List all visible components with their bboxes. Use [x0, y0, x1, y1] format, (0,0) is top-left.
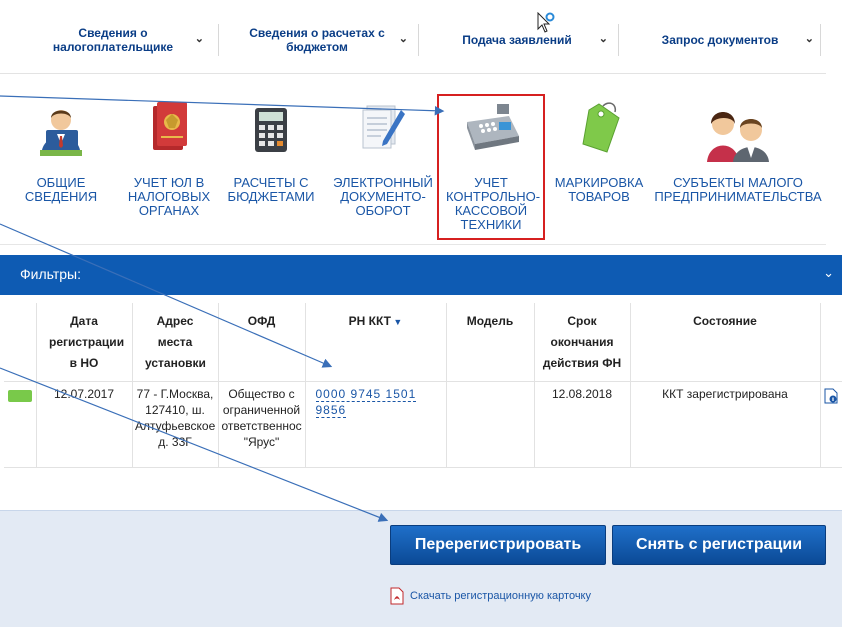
chevron-down-icon[interactable]: ⌄ — [823, 265, 834, 281]
tile-budget-settlements[interactable]: РАСЧЕТЫ С БЮДЖЕТАМИ — [216, 96, 326, 236]
documents-pen-icon — [362, 105, 405, 149]
calculator-icon — [255, 108, 287, 152]
chevron-down-icon: ⌄ — [194, 33, 204, 45]
tile-goods-marking[interactable]: МАРКИРОВКА ТОВАРОВ — [544, 96, 654, 236]
mouse-cursor-icon — [537, 12, 555, 33]
header-rn-kkt[interactable]: РН ККТ ▼ — [304, 303, 446, 381]
tile-budget-settlements-label: РАСЧЕТЫ С БЮДЖЕТАМИ — [227, 175, 315, 204]
fn-expiry-cell: 12.08.2018 — [533, 381, 630, 467]
document-info-icon[interactable] — [824, 388, 838, 404]
service-tiles: ОБЩИЕ СВЕДЕНИЯ УЧЕТ ЮЛ В НАЛОГОВЫХ ОРГАН… — [0, 96, 826, 244]
chevron-down-icon: ⌄ — [598, 33, 608, 45]
tiles-divider — [0, 244, 826, 245]
address-cell: 77 - Г.Москва, 127410, ш. Алтуфьевское д… — [131, 381, 218, 467]
header-ofd-label: ОФД — [247, 314, 276, 328]
header-ofd[interactable]: ОФД — [217, 303, 305, 381]
chevron-down-icon: ⌄ — [804, 33, 814, 45]
rn-kkt-cell: 0000 9745 1501 9856 — [304, 381, 446, 467]
header-reg-date-label: Дата регистрации в НО — [49, 314, 125, 370]
tile-legal-entity-accounting[interactable]: УЧЕТ ЮЛ В НАЛОГОВЫХ ОРГАНАХ — [114, 96, 224, 236]
nav-budget-settlements-label: Сведения о расчетах с бюджетом — [249, 26, 385, 54]
header-status-indicator — [4, 303, 36, 381]
address-text: 77 - Г.Москва, 127410, ш. Алтуфьевское д… — [135, 386, 215, 449]
download-card-label: Скачать регистрационную карточку — [410, 589, 591, 602]
tile-electronic-docs-label: ЭЛЕКТРОННЫЙ ДОКУМЕНТО-ОБОРОТ — [333, 175, 433, 218]
nav-submit-applications[interactable]: Подача заявлений ⌄ — [422, 22, 612, 58]
nav-taxpayer-info[interactable]: Сведения о налогоплательщике ⌄ — [18, 22, 208, 58]
reg-date-cell: 12.07.2017 — [35, 381, 132, 467]
header-address[interactable]: Адрес места установки — [131, 303, 218, 381]
chevron-down-icon: ⌄ — [398, 33, 408, 45]
header-fn-expiry[interactable]: Срок окончания действия ФН — [533, 303, 630, 381]
nav-request-documents-label: Запрос документов — [661, 33, 779, 47]
tile-general-info[interactable]: ОБЩИЕ СВЕДЕНИЯ — [6, 96, 116, 236]
header-actions — [819, 303, 842, 381]
tile-small-business-label: СУБЪЕКТЫ МАЛОГО ПРЕДПРИНИМАТЕЛЬСТВА — [654, 175, 822, 204]
row-actions-cell — [819, 381, 842, 467]
top-navigation: Сведения о налогоплательщике ⌄ Сведения … — [0, 0, 826, 74]
selected-tile-highlight — [437, 94, 545, 240]
header-address-label: Адрес места установки — [145, 314, 206, 370]
header-model-label: Модель — [466, 314, 514, 328]
people-icon — [707, 112, 769, 162]
pdf-icon — [390, 587, 404, 605]
status-indicator — [7, 389, 32, 402]
status-indicator-cell — [4, 381, 36, 467]
rn-kkt-link[interactable]: 0000 9745 1501 9856 — [315, 386, 417, 418]
tile-general-info-label: ОБЩИЕ СВЕДЕНИЯ — [24, 175, 98, 204]
ofd-cell: Общество с ограниченной ответственностью… — [217, 381, 305, 467]
status-cell: ККТ зарегистрирована — [629, 381, 820, 467]
table-row[interactable]: 12.07.2017 77 - Г.Москва, 127410, ш. Алт… — [4, 381, 842, 467]
header-reg-date[interactable]: Дата регистрации в НО — [35, 303, 132, 381]
nav-request-documents[interactable]: Запрос документов ⌄ — [622, 22, 818, 58]
download-card-link[interactable]: Скачать регистрационную карточку — [390, 587, 591, 605]
header-rn-kkt-label: РН ККТ — [348, 314, 391, 328]
nav-divider — [820, 24, 821, 56]
tag-icon — [582, 102, 620, 153]
reregister-button[interactable]: Перерегистрировать — [390, 525, 606, 565]
nav-divider — [618, 24, 619, 56]
tile-electronic-docs[interactable]: ЭЛЕКТРОННЫЙ ДОКУМЕНТО-ОБОРОТ — [328, 96, 438, 236]
header-status[interactable]: Состояние — [629, 303, 820, 381]
header-model[interactable]: Модель — [445, 303, 534, 381]
nav-divider — [418, 24, 419, 56]
table-header-row: Дата регистрации в НО Адрес места устано… — [4, 303, 842, 381]
header-fn-expiry-label: Срок окончания действия ФН — [542, 314, 622, 370]
actions-panel: Перерегистрировать Снять с регистрации С… — [0, 510, 842, 627]
sort-desc-icon: ▼ — [390, 317, 403, 327]
ofd-text: Общество с ограниченной ответственностью… — [221, 386, 302, 449]
model-cell — [445, 381, 534, 467]
tile-small-business[interactable]: СУБЪЕКТЫ МАЛОГО ПРЕДПРИНИМАТЕЛЬСТВА — [650, 96, 826, 236]
nav-taxpayer-info-label: Сведения о налогоплательщике — [52, 26, 174, 54]
nav-budget-settlements[interactable]: Сведения о расчетах с бюджетом ⌄ — [222, 22, 412, 58]
filters-bar[interactable]: Фильтры: ⌄ — [0, 255, 842, 295]
header-status-label: Состояние — [693, 314, 757, 328]
folder-emblem-icon — [153, 102, 187, 150]
deregister-button[interactable]: Снять с регистрации — [612, 525, 826, 565]
tile-goods-marking-label: МАРКИРОВКА ТОВАРОВ — [554, 175, 644, 204]
person-icon — [40, 110, 82, 156]
kkt-table: Дата регистрации в НО Адрес места устано… — [4, 303, 842, 468]
tile-legal-entity-accounting-label: УЧЕТ ЮЛ В НАЛОГОВЫХ ОРГАНАХ — [127, 175, 211, 218]
filters-label: Фильтры: — [20, 266, 81, 282]
nav-divider — [218, 24, 219, 56]
